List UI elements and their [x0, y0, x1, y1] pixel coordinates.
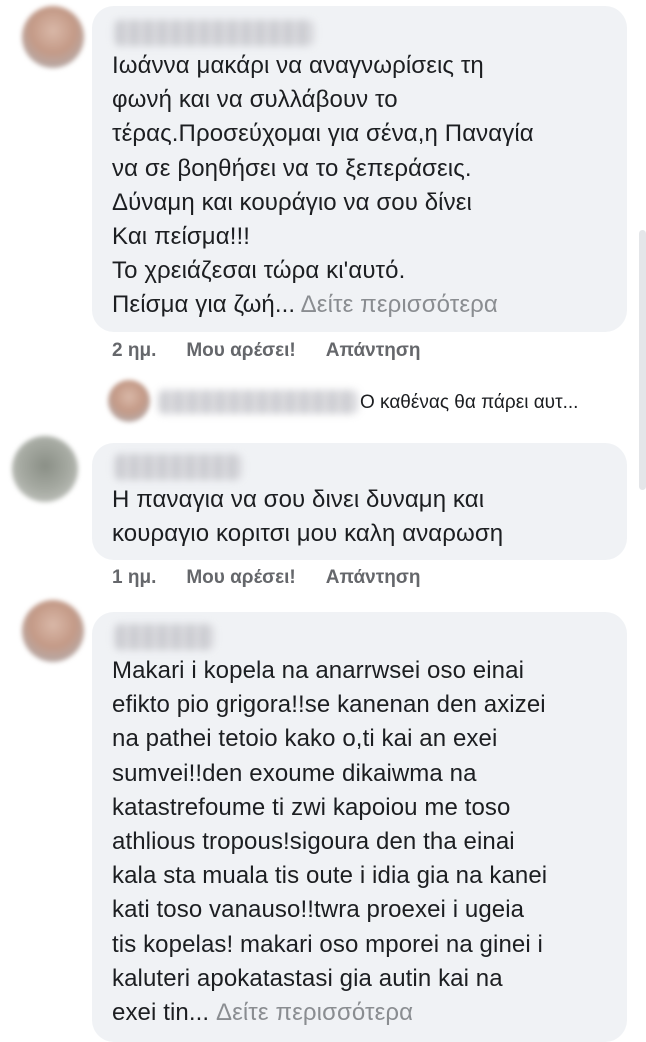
comment-text: Η παναγια να σου δινει δυναμη και κουραγ… [112, 486, 504, 548]
comment-body: Makari i kopela na anarrwsei oso einai e… [112, 657, 548, 1027]
author-name[interactable] [114, 624, 214, 650]
comment-actions: 2 ημ. Μου αρέσει! Απάντηση [112, 340, 420, 362]
reply-button[interactable]: Απάντηση [326, 567, 421, 589]
author-name[interactable] [114, 454, 242, 480]
see-more-link[interactable]: Δείτε περισσότερα [301, 291, 498, 318]
comment-text: Ιωάννα μακάρι να αναγνωρίσεις τη φωνή κα… [112, 49, 622, 323]
comment-bubble: Ιωάννα μακάρι να αναγνωρίσεις τη φωνή κα… [92, 6, 627, 332]
see-more-link[interactable]: Δείτε περισσότερα [216, 999, 413, 1026]
avatar[interactable] [108, 380, 150, 422]
comment-text: Makari i kopela na anarrwsei oso einai e… [112, 654, 622, 1030]
avatar[interactable] [12, 436, 78, 502]
like-button[interactable]: Μου αρέσει! [186, 567, 295, 589]
reply-author-name[interactable] [158, 390, 358, 414]
timestamp[interactable]: 2 ημ. [112, 340, 156, 362]
comment-body: Ιωάννα μακάρι να αναγνωρίσεις τη φωνή κα… [112, 52, 534, 319]
author-name[interactable] [114, 20, 314, 46]
comment-bubble: Makari i kopela na anarrwsei oso einai e… [92, 612, 627, 1042]
reply-preview-text[interactable]: Ο καθένας θα πάρει αυτ... [360, 392, 578, 414]
reply-button[interactable]: Απάντηση [326, 340, 421, 362]
avatar[interactable] [22, 6, 84, 68]
comment-bubble: Η παναγια να σου δινει δυναμη και κουραγ… [92, 443, 627, 560]
like-button[interactable]: Μου αρέσει! [186, 340, 295, 362]
avatar[interactable] [22, 600, 84, 662]
scrollbar[interactable] [639, 230, 646, 490]
timestamp[interactable]: 1 ημ. [112, 567, 156, 589]
comment-actions: 1 ημ. Μου αρέσει! Απάντηση [112, 567, 420, 589]
